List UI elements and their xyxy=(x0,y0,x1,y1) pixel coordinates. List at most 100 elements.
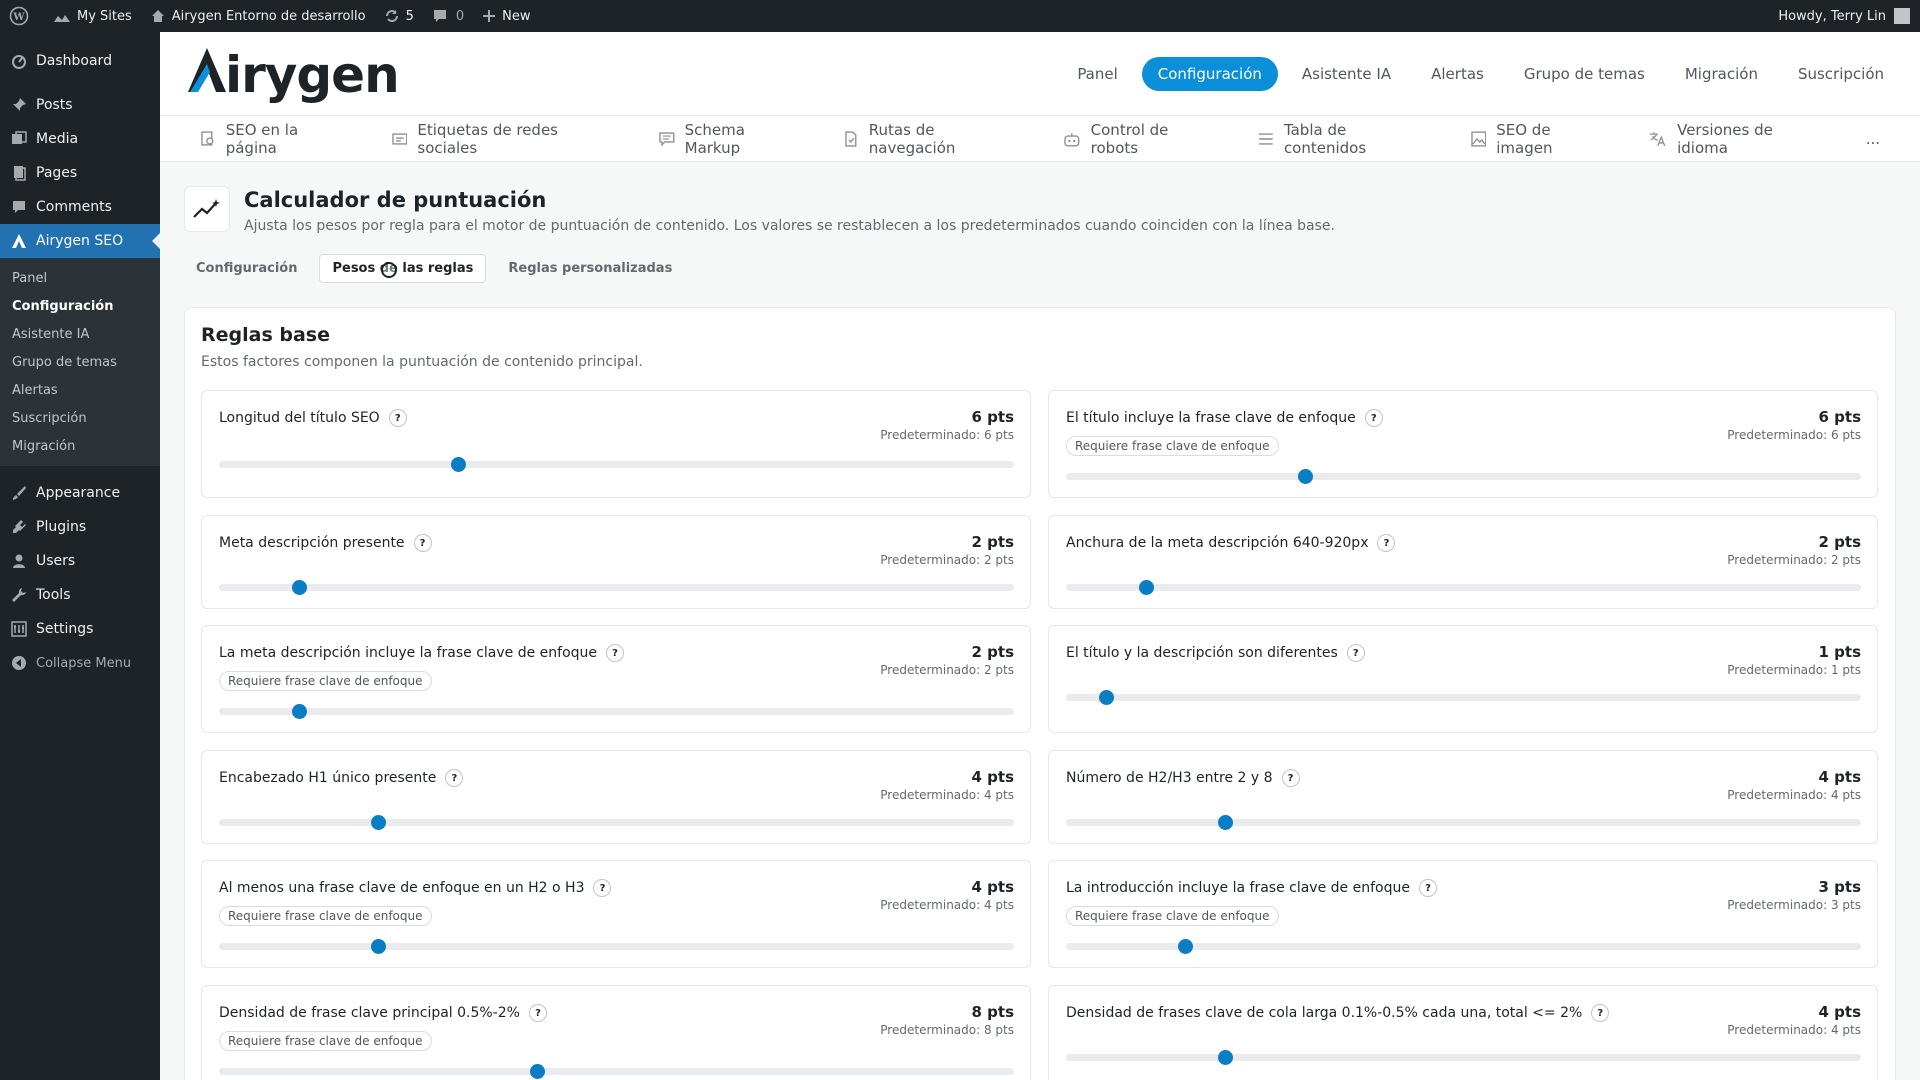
submenu-item-asistente-ia[interactable]: Asistente IA xyxy=(0,320,160,348)
wordpress-logo-icon[interactable]: W xyxy=(0,0,44,32)
requires-keyphrase-badge: Requiere frase clave de enfoque xyxy=(1066,906,1279,926)
tab-configuracion[interactable]: Configuración xyxy=(1141,56,1278,91)
collapse-menu-button[interactable]: Collapse Menu xyxy=(0,646,160,680)
weight-slider[interactable] xyxy=(1066,580,1861,595)
weight-slider[interactable] xyxy=(1066,939,1861,954)
help-icon[interactable]: ? xyxy=(1364,409,1383,427)
subtab-schema-markup[interactable]: Schema Markup xyxy=(659,121,803,157)
rule-title: Encabezado H1 único presente? xyxy=(219,769,464,787)
menu-comments[interactable]: Comments xyxy=(0,190,160,224)
tab-alertas[interactable]: Alertas xyxy=(1415,57,1500,91)
menu-media[interactable]: Media xyxy=(0,122,160,156)
requires-keyphrase-badge: Requiere frase clave de enfoque xyxy=(1066,436,1279,456)
submenu-item-migracion[interactable]: Migración xyxy=(0,432,160,460)
panel-description: Estos factores componen la puntuación de… xyxy=(201,354,643,370)
subtab-control-de-robots[interactable]: Control de robots xyxy=(1063,121,1218,157)
weight-slider[interactable] xyxy=(219,704,1014,719)
weight-slider[interactable] xyxy=(219,939,1014,954)
weight-slider[interactable] xyxy=(1066,815,1861,830)
weight-slider[interactable] xyxy=(219,457,1014,472)
updates-link[interactable]: 5 xyxy=(375,0,423,32)
slider-thumb[interactable] xyxy=(371,939,386,954)
help-icon[interactable]: ? xyxy=(413,534,432,552)
weight-slider[interactable] xyxy=(1066,690,1861,705)
slider-thumb[interactable] xyxy=(1098,690,1114,705)
slider-thumb[interactable] xyxy=(291,704,307,719)
new-content-link[interactable]: New xyxy=(473,0,539,32)
pushpin-icon xyxy=(10,96,28,114)
slider-thumb[interactable] xyxy=(1218,1050,1233,1065)
help-icon[interactable]: ? xyxy=(528,1004,547,1022)
help-icon[interactable]: ? xyxy=(1346,644,1365,662)
subtab-seo-de-imagen[interactable]: SEO de imagen xyxy=(1470,121,1610,157)
menu-tools[interactable]: Tools xyxy=(0,578,160,612)
menu-pages[interactable]: Pages xyxy=(0,156,160,190)
help-icon[interactable]: ? xyxy=(606,644,625,662)
help-icon[interactable]: ? xyxy=(445,769,464,787)
menu-dashboard[interactable]: Dashboard xyxy=(0,44,160,78)
slider-thumb[interactable] xyxy=(1138,580,1154,595)
account-menu[interactable]: Howdy, Terry Lin xyxy=(1778,8,1920,24)
menu-plugins[interactable]: Plugins xyxy=(0,510,160,544)
help-icon[interactable]: ? xyxy=(1591,1004,1610,1022)
tab-panel[interactable]: Panel xyxy=(1061,57,1133,91)
rule-title: El título y la descripción son diferente… xyxy=(1066,644,1365,662)
menu-appearance[interactable]: Appearance xyxy=(0,476,160,510)
airygen-logo[interactable]: irygen xyxy=(188,47,400,100)
weight-slider[interactable] xyxy=(219,580,1014,595)
user-icon xyxy=(10,552,28,570)
my-sites-link[interactable]: My Sites xyxy=(44,0,141,32)
menu-dashboard-label: Dashboard xyxy=(36,53,112,69)
weight-slider[interactable] xyxy=(1066,469,1861,484)
slider-thumb[interactable] xyxy=(530,1064,545,1079)
menu-users[interactable]: Users xyxy=(0,544,160,578)
submenu-item-suscripcion[interactable]: Suscripción xyxy=(0,404,160,432)
pill-tab-reglas-personalizadas[interactable]: Reglas personalizadas xyxy=(496,255,684,282)
tab-suscripcion[interactable]: Suscripción xyxy=(1782,57,1900,91)
submenu-item-configuracion[interactable]: Configuración xyxy=(0,292,160,320)
updates-count: 5 xyxy=(405,8,414,24)
tab-asistente-ia[interactable]: Asistente IA xyxy=(1286,57,1407,91)
rule-points: 4 pts xyxy=(971,768,1015,786)
slider-thumb[interactable] xyxy=(1297,469,1313,484)
subtab-etiquetas-redes-sociales[interactable]: Etiquetas de redes sociales xyxy=(391,121,619,157)
subtab-tabla-de-contenidos[interactable]: Tabla de contenidos xyxy=(1258,121,1430,157)
menu-posts[interactable]: Posts xyxy=(0,88,160,122)
tab-migracion[interactable]: Migración xyxy=(1669,57,1774,91)
subtab-seo-en-la-pagina[interactable]: SEO en la página xyxy=(200,121,352,157)
comments-link[interactable]: 0 xyxy=(423,0,473,32)
rule-default: Predeterminado: 1 pts xyxy=(1727,663,1861,677)
rule-points: 4 pts xyxy=(1818,768,1862,786)
menu-plugins-label: Plugins xyxy=(36,519,87,535)
slider-thumb[interactable] xyxy=(371,815,386,830)
subtab-more[interactable]: ... xyxy=(1866,130,1880,148)
help-icon[interactable]: ? xyxy=(1377,534,1396,552)
slider-thumb[interactable] xyxy=(450,457,466,472)
help-icon[interactable]: ? xyxy=(388,409,407,427)
subtab-rutas-de-navegacion[interactable]: Rutas de navegación xyxy=(843,121,1023,157)
my-sites-label: My Sites xyxy=(77,8,132,24)
pill-tab-configuracion[interactable]: Configuración xyxy=(184,255,309,282)
pill-tab-pesos-de-las-reglas[interactable]: Pesos de las reglas xyxy=(319,254,487,283)
weight-slider[interactable] xyxy=(219,815,1014,830)
site-name-link[interactable]: Airygen Entorno de desarrollo xyxy=(141,0,375,32)
subtab-label: Rutas de navegación xyxy=(868,120,956,157)
help-icon[interactable]: ? xyxy=(593,879,612,897)
submenu-item-grupo-de-temas[interactable]: Grupo de temas xyxy=(0,348,160,376)
slider-thumb[interactable] xyxy=(291,580,307,595)
weight-slider[interactable] xyxy=(1066,1050,1861,1065)
airygen-logo-icon xyxy=(10,232,28,250)
menu-airygen-seo[interactable]: Airygen SEO xyxy=(0,224,160,258)
submenu-item-panel[interactable]: Panel xyxy=(0,264,160,292)
help-icon[interactable]: ? xyxy=(1281,769,1300,787)
slider-thumb[interactable] xyxy=(1218,815,1233,830)
pages-icon xyxy=(10,164,28,182)
weight-slider[interactable] xyxy=(219,1064,1014,1079)
help-icon[interactable]: ? xyxy=(1418,879,1437,897)
menu-settings[interactable]: Settings xyxy=(0,612,160,646)
tab-grupo-de-temas[interactable]: Grupo de temas xyxy=(1508,57,1661,91)
subtab-label: Schema Markup xyxy=(684,120,745,157)
slider-thumb[interactable] xyxy=(1178,939,1194,954)
subtab-versiones-de-idioma[interactable]: Versiones de idioma xyxy=(1649,121,1825,157)
submenu-item-alertas[interactable]: Alertas xyxy=(0,376,160,404)
